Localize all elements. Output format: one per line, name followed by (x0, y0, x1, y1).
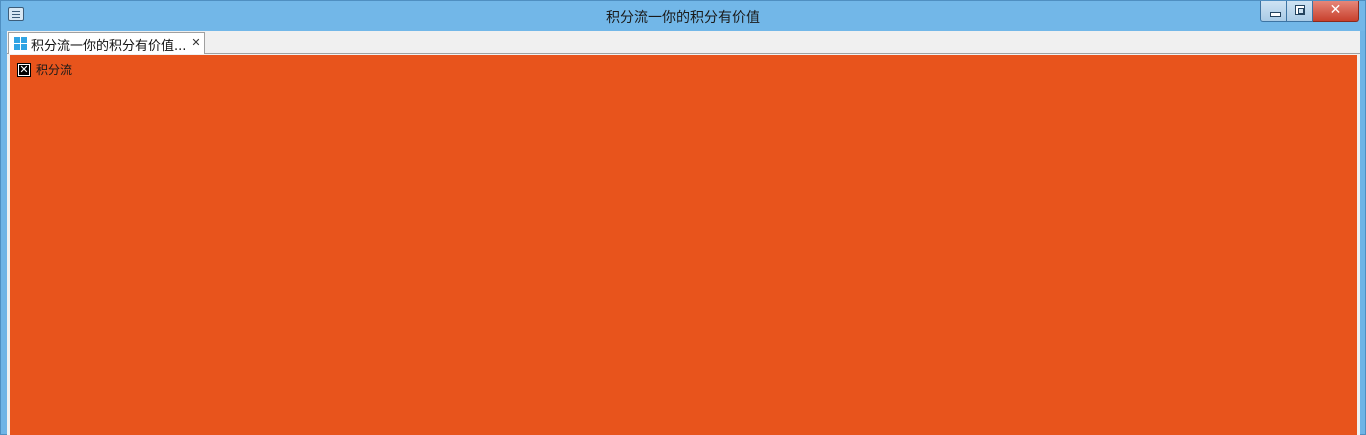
title-bar[interactable]: 积分流一你的积分有价值 ✕ (1, 1, 1365, 31)
tab-label: 积分流一你的积分有价值... (31, 39, 187, 54)
tab-main[interactable]: 积分流一你的积分有价值... ✕ (8, 32, 205, 54)
broken-image-icon: ✕ (17, 63, 31, 77)
close-icon: ✕ (1329, 2, 1342, 18)
app-window: 积分流一你的积分有价值 ✕ 积分流一你的积分有价值... ✕ ✕ 积分流 (0, 0, 1366, 435)
content-area: ✕ 积分流 (7, 54, 1360, 435)
minimize-icon (1270, 12, 1281, 17)
windows-logo-icon (14, 37, 27, 50)
image-alt-text: 积分流 (36, 63, 73, 77)
page-canvas: ✕ 积分流 (10, 55, 1357, 435)
window-title: 积分流一你的积分有价值 (606, 10, 760, 26)
restore-button[interactable] (1287, 1, 1313, 22)
restore-icon (1295, 5, 1305, 15)
close-button[interactable]: ✕ (1313, 1, 1359, 22)
minimize-button[interactable] (1260, 1, 1287, 22)
tab-close-icon[interactable]: ✕ (190, 37, 202, 49)
window-controls: ✕ (1260, 1, 1359, 22)
tab-strip: 积分流一你的积分有价值... ✕ (7, 31, 1360, 54)
